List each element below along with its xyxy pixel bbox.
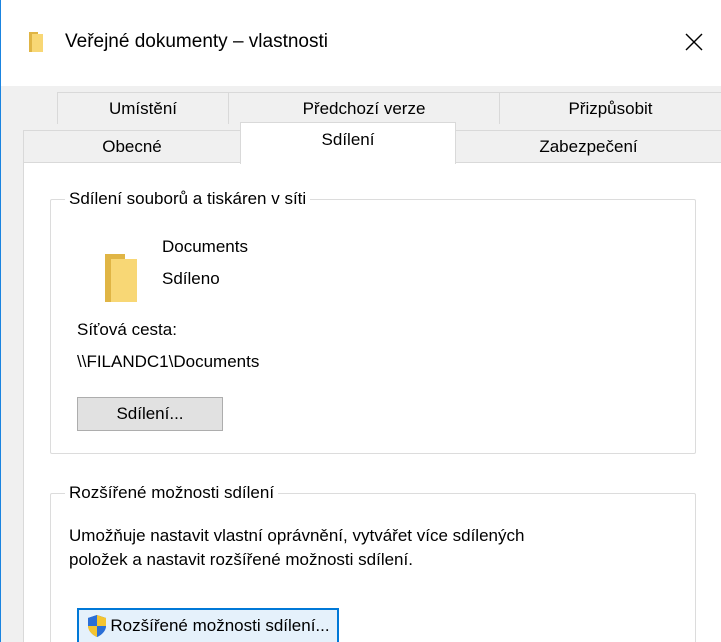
title-bar: Veřejné dokumenty – vlastnosti	[1, 0, 721, 86]
tab-label: Předchozí verze	[302, 98, 426, 118]
advanced-description-line2: položek a nastavit rozšířené možnosti sd…	[69, 550, 413, 569]
advanced-sharing-button[interactable]: Rozšířené možnosti sdílení...	[77, 608, 339, 642]
tab-panel-sdileni: Sdílení souborů a tiskáren v síti Docume…	[23, 162, 721, 642]
shared-folder-icon	[105, 254, 137, 302]
dialog-content: Umístění Předchozí verze Přizpůsobit Obe…	[1, 86, 721, 642]
folder-icon	[29, 32, 43, 52]
tab-prizpusobit[interactable]: Přizpůsobit	[499, 92, 721, 124]
tab-sdileni[interactable]: Sdílení	[240, 122, 456, 164]
network-path-label: Síťová cesta:	[77, 320, 177, 339]
window-title: Veřejné dokumenty – vlastnosti	[65, 31, 328, 52]
advanced-sharing-button-label: Rozšířené možnosti sdílení...	[110, 616, 330, 635]
close-icon	[685, 33, 703, 51]
tab-label: Obecné	[102, 136, 162, 156]
advanced-sharing-group: Rozšířené možnosti sdílení Umožňuje nast…	[50, 481, 696, 642]
share-status: Sdíleno	[162, 269, 220, 288]
tab-label: Přizpůsobit	[568, 98, 653, 118]
share-button[interactable]: Sdílení...	[77, 397, 223, 431]
tab-label: Zabezpečení	[539, 136, 638, 156]
network-sharing-legend: Sdílení souborů a tiskáren v síti	[65, 187, 311, 211]
tab-umisteni[interactable]: Umístění	[57, 92, 229, 124]
advanced-description-line1: Umožňuje nastavit vlastní oprávnění, vyt…	[69, 526, 525, 545]
tab-label: Umístění	[108, 98, 178, 118]
tab-label: Sdílení	[321, 129, 375, 149]
share-button-label: Sdílení...	[116, 404, 184, 423]
folder-name: Documents	[162, 237, 248, 256]
network-path-value: \\FILANDC1\Documents	[77, 352, 260, 371]
tab-zabezpeceni[interactable]: Zabezpečení	[455, 130, 721, 162]
uac-shield-icon	[88, 615, 107, 637]
tab-obecne[interactable]: Obecné	[23, 130, 241, 162]
tab-predchozi-verze[interactable]: Předchozí verze	[228, 92, 500, 124]
close-button[interactable]	[667, 14, 721, 70]
network-sharing-group: Sdílení souborů a tiskáren v síti Docume…	[50, 187, 696, 454]
properties-window: Veřejné dokumenty – vlastnosti Umístění …	[0, 0, 721, 642]
advanced-sharing-legend: Rozšířené možnosti sdílení	[65, 481, 279, 505]
